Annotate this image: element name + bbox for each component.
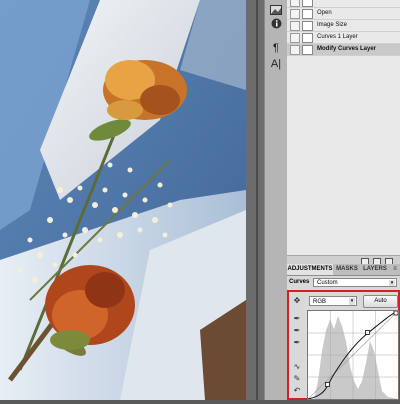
curves-graph-canvas[interactable] (307, 310, 399, 400)
canvas-gutter (246, 0, 264, 400)
curve-control-point[interactable] (365, 330, 370, 335)
black-eyedropper-icon[interactable]: ✒ (291, 313, 303, 325)
history-source-checkbox[interactable] (290, 9, 300, 19)
character-icon[interactable]: A| (268, 56, 284, 72)
panel-divider[interactable] (256, 0, 258, 400)
history-state-icon (302, 9, 313, 19)
history-item-active[interactable]: Modify Curves Layer (287, 44, 400, 56)
smooth-icon[interactable]: ↶ (291, 385, 303, 397)
panel-menu-icon[interactable]: ≡ (390, 264, 400, 275)
history-item-label: Open (317, 10, 332, 16)
photo-image (0, 0, 246, 400)
history-state-icon (302, 45, 313, 55)
hand-adjust-icon[interactable]: ✥ (291, 295, 303, 307)
curves-preset-row: Curves Custom ▾ (287, 276, 400, 289)
tab-layers[interactable]: LAYERS (361, 264, 389, 275)
paragraph-icon[interactable]: ¶ (268, 40, 284, 56)
curves-highlight-box: ✥ ✒ ✒ ✒ ∿ ✎ ↶ RGB ▾ Auto (287, 290, 400, 400)
curves-label: Curves (289, 279, 310, 285)
curves-graph[interactable] (307, 310, 399, 400)
preset-value: Custom (317, 280, 338, 286)
curve-control-point[interactable] (325, 382, 330, 387)
history-item-label: Curves 1 Layer (317, 34, 358, 40)
channel-select[interactable]: RGB ▾ (309, 296, 357, 306)
history-source-checkbox[interactable] (290, 21, 300, 31)
adjustments-panel: ADJUSTMENTS MASKS LAYERS ≡ Curves Custom… (287, 264, 400, 400)
snapshot-icon (302, 0, 313, 7)
history-state-icon (302, 21, 313, 31)
channel-value: RGB (313, 299, 327, 305)
tab-masks[interactable]: MASKS (334, 264, 360, 275)
history-panel: Open Image Size Curves 1 Layer Modify Cu… (287, 0, 400, 255)
preset-select[interactable]: Custom ▾ (313, 278, 397, 287)
history-source-checkbox[interactable] (290, 33, 300, 43)
history-item[interactable]: Open (287, 8, 400, 20)
chevron-down-icon: ▾ (349, 298, 355, 305)
panels-column: Open Image Size Curves 1 Layer Modify Cu… (287, 0, 400, 400)
curve-point-icon[interactable]: ∿ (291, 361, 303, 373)
history-state-icon (302, 33, 313, 43)
history-source-checkbox[interactable] (290, 0, 300, 7)
history-item[interactable]: Image Size (287, 20, 400, 32)
panel-tabs: ADJUSTMENTS MASKS LAYERS ≡ (287, 264, 400, 276)
panel-icon-strip: ¶ A| (264, 0, 288, 400)
document-canvas[interactable] (0, 0, 246, 400)
history-source-checkbox[interactable] (290, 45, 300, 55)
gray-eyedropper-icon[interactable]: ✒ (291, 325, 303, 337)
history-item[interactable]: Curves 1 Layer (287, 32, 400, 44)
chevron-down-icon: ▾ (389, 280, 395, 286)
history-item[interactable] (287, 0, 400, 8)
history-item-label: Modify Curves Layer (317, 46, 377, 52)
info-icon[interactable] (268, 15, 284, 31)
auto-button[interactable]: Auto (363, 295, 398, 308)
pencil-icon[interactable]: ✎ (291, 373, 303, 385)
tab-adjustments[interactable]: ADJUSTMENTS (287, 264, 333, 275)
white-eyedropper-icon[interactable]: ✒ (291, 337, 303, 349)
history-item-label: Image Size (317, 22, 348, 28)
curve-endpoint[interactable] (393, 310, 399, 316)
